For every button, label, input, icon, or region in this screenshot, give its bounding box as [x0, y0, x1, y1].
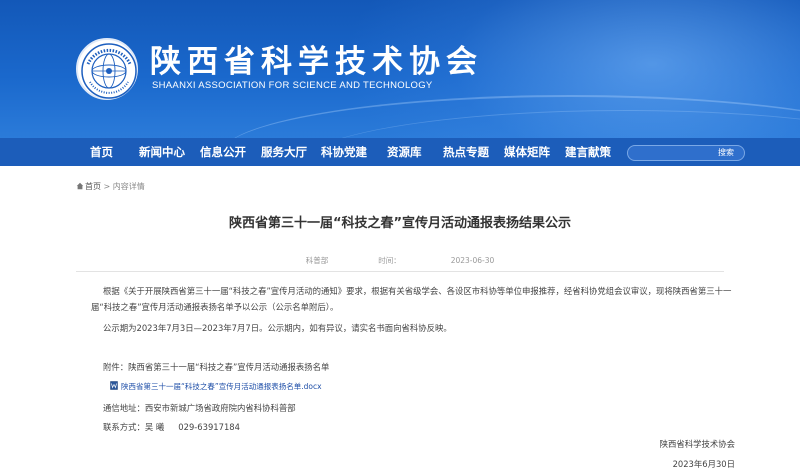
article-time-value: 2023-06-30 — [450, 256, 495, 265]
attachment-heading: 附件：陕西省第三十一届“科技之春”宣传月活动通报表扬名单 — [103, 362, 330, 372]
site-name-english: SHAANXI ASSOCIATION FOR SCIENCE AND TECH… — [152, 80, 433, 91]
article-source: 科普部 — [305, 256, 329, 265]
main-nav: 首页 新闻中心 信息公开 服务大厅 科协党建 资源库 热点专题 媒体矩阵 建言献… — [0, 138, 800, 166]
signature-date: 2023年6月30日 — [672, 459, 735, 469]
contact-person: 联系方式：吴 曦 — [103, 422, 165, 432]
cast-emblem-logo[interactable] — [76, 38, 138, 100]
site-banner: 陕西省科学技术协会 SHAANXI ASSOCIATION FOR SCIENC… — [0, 0, 800, 138]
contact-phone: 029-63917184 — [178, 422, 240, 432]
attachment-file-name[interactable]: 陕西省第三十一届“科技之春”宣传月活动通报表扬名单.docx — [121, 382, 322, 391]
search-button[interactable]: 搜索 — [718, 146, 734, 160]
article-meta: 科普部 时间： 2023-06-30 — [0, 255, 800, 266]
breadcrumb-current: 内容详情 — [112, 182, 145, 191]
nav-item-service-hall[interactable]: 服务大厅 — [261, 138, 307, 166]
nav-item-media-matrix[interactable]: 媒体矩阵 — [504, 138, 550, 166]
signature-organization: 陕西省科学技术协会 — [659, 439, 735, 449]
nav-item-party-building[interactable]: 科协党建 — [321, 138, 367, 166]
word-file-icon — [110, 381, 118, 390]
title-divider — [76, 271, 724, 272]
attachment-file-link[interactable]: 陕西省第三十一届“科技之春”宣传月活动通报表扬名单.docx — [110, 381, 322, 392]
article-time-label: 时间： — [378, 256, 401, 265]
breadcrumb: 首页 > 内容详情 — [76, 181, 145, 192]
search-input[interactable]: 搜索 — [627, 145, 745, 161]
contact-info: 联系方式：吴 曦 029-63917184 — [103, 421, 240, 433]
nav-item-resource-library[interactable]: 资源库 — [387, 138, 422, 166]
nav-item-hot-topics[interactable]: 热点专题 — [443, 138, 489, 166]
site-name: 陕西省科学技术协会 — [150, 44, 483, 80]
nav-item-info-disclosure[interactable]: 信息公开 — [200, 138, 246, 166]
article-title: 陕西省第三十一届“科技之春”宣传月活动通报表扬结果公示 — [228, 216, 572, 231]
nav-item-home[interactable]: 首页 — [90, 138, 113, 166]
emblem-icon — [81, 43, 137, 99]
nav-item-suggestions[interactable]: 建言献策 — [565, 138, 611, 166]
home-icon — [76, 182, 84, 190]
article-paragraph-1: 根据《关于开展陕西省第三十一届“科技之春”宣传月活动的通知》要求，根据有关省级学… — [91, 286, 732, 312]
breadcrumb-home[interactable]: 首页 — [85, 182, 101, 191]
mailing-address: 通信地址：西安市新城广场省政府院内省科协科普部 — [103, 403, 296, 413]
article-time: 时间： 2023-06-30 — [378, 256, 494, 265]
article-paragraph-2: 公示期为2023年7月3日—2023年7月7日。公示期内，如有异议，请实名书面向… — [103, 323, 452, 333]
nav-item-news[interactable]: 新闻中心 — [139, 138, 185, 166]
breadcrumb-separator: > — [103, 182, 111, 191]
